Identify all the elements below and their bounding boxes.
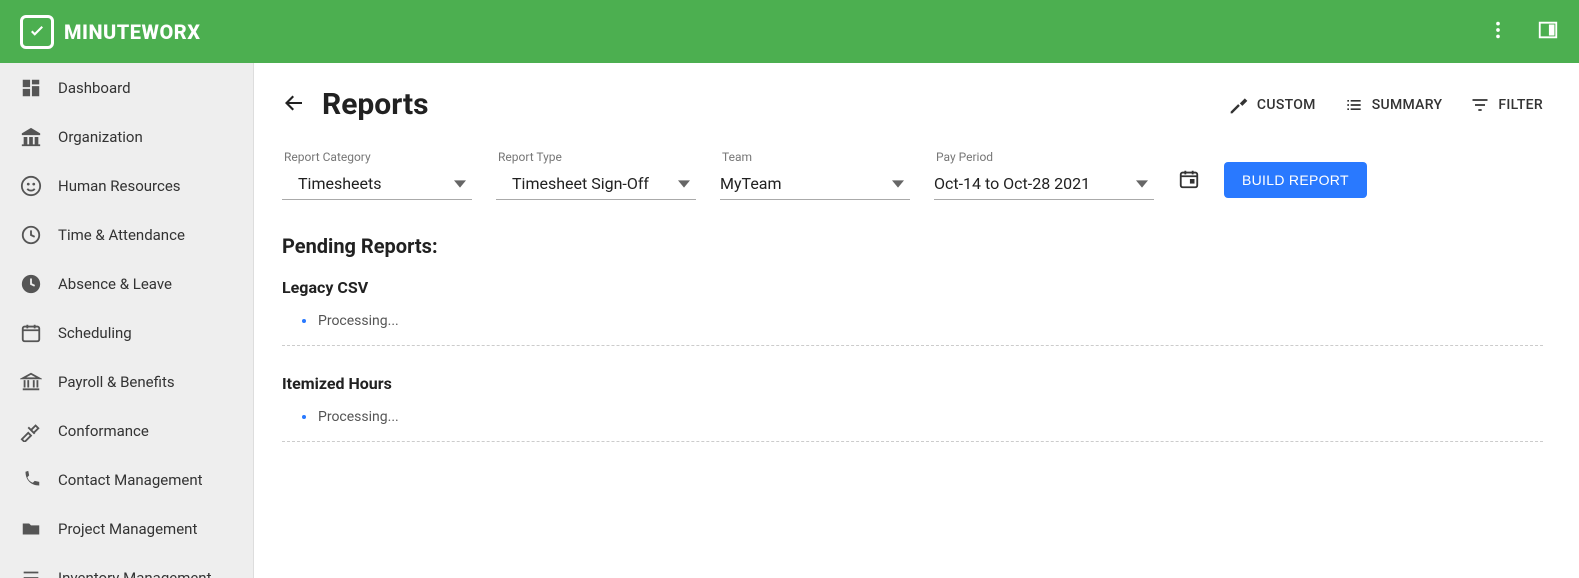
sidebar-item-label: Conformance bbox=[58, 422, 149, 440]
filter-label: FILTER bbox=[1498, 97, 1543, 113]
pending-report: Itemized Hours Processing... bbox=[282, 374, 1543, 442]
sidebar-item-label: Absence & Leave bbox=[58, 275, 172, 293]
period-select[interactable]: Oct-14 to Oct-28 2021 bbox=[934, 170, 1154, 200]
sidebar-item-label: Inventory Management bbox=[58, 569, 212, 578]
status-dot-icon bbox=[302, 415, 306, 419]
sidebar-item-dashboard[interactable]: Dashboard bbox=[0, 63, 253, 112]
face-icon bbox=[20, 175, 42, 197]
type-label: Report Type bbox=[496, 150, 696, 164]
clock-solid-icon bbox=[20, 273, 42, 295]
brand-logo[interactable]: MINUTEWORX bbox=[20, 15, 200, 49]
report-status-row: Processing... bbox=[282, 313, 1543, 346]
chevron-down-icon bbox=[892, 178, 904, 190]
sidebar-item-hr[interactable]: Human Resources bbox=[0, 161, 253, 210]
sidebar-item-label: Project Management bbox=[58, 520, 197, 538]
report-name: Itemized Hours bbox=[282, 374, 1543, 393]
calendar-icon bbox=[20, 322, 42, 344]
arrow-back-icon bbox=[282, 91, 306, 115]
chevron-down-icon bbox=[678, 178, 690, 190]
category-label: Report Category bbox=[282, 150, 472, 164]
sidebar-item-payroll[interactable]: Payroll & Benefits bbox=[0, 357, 253, 406]
report-status: Processing... bbox=[318, 409, 399, 425]
sidebar-item-label: Time & Attendance bbox=[58, 226, 185, 244]
brand-icon bbox=[20, 15, 54, 49]
bank-icon bbox=[20, 371, 42, 393]
category-value: Timesheets bbox=[298, 174, 381, 193]
sidebar-item-contact[interactable]: Contact Management bbox=[0, 455, 253, 504]
custom-label: CUSTOM bbox=[1257, 97, 1316, 113]
sidebar-item-time[interactable]: Time & Attendance bbox=[0, 210, 253, 259]
more-vert-icon[interactable] bbox=[1487, 19, 1509, 45]
report-name: Legacy CSV bbox=[282, 278, 1543, 297]
list-icon bbox=[1344, 95, 1364, 115]
pending-section-title: Pending Reports: bbox=[282, 234, 1543, 258]
summary-button[interactable]: SUMMARY bbox=[1344, 95, 1443, 115]
chevron-down-icon bbox=[454, 178, 466, 190]
panel-icon[interactable] bbox=[1537, 19, 1559, 45]
period-value: Oct-14 to Oct-28 2021 bbox=[934, 174, 1090, 193]
team-value: MyTeam bbox=[720, 174, 782, 193]
clock-icon bbox=[20, 224, 42, 246]
sidebar-item-scheduling[interactable]: Scheduling bbox=[0, 308, 253, 357]
brand-text: MINUTEWORX bbox=[64, 20, 200, 44]
sidebar-item-label: Human Resources bbox=[58, 177, 181, 195]
gavel-icon bbox=[20, 420, 42, 442]
sidebar-item-project[interactable]: Project Management bbox=[0, 504, 253, 553]
calendar-icon bbox=[1178, 168, 1200, 190]
type-select[interactable]: Timesheet Sign-Off bbox=[496, 170, 696, 200]
filter-button[interactable]: FILTER bbox=[1470, 95, 1543, 115]
build-report-button[interactable]: BUILD REPORT bbox=[1224, 162, 1367, 198]
status-dot-icon bbox=[302, 319, 306, 323]
main-content: Reports CUSTOM SUMMARY FILTER bbox=[254, 63, 1579, 578]
team-select[interactable]: MyTeam bbox=[720, 170, 910, 200]
phone-icon bbox=[20, 469, 42, 491]
sidebar: Dashboard Organization Human Resources T… bbox=[0, 63, 254, 578]
pending-report: Legacy CSV Processing... bbox=[282, 278, 1543, 346]
sidebar-item-organization[interactable]: Organization bbox=[0, 112, 253, 161]
calendar-button[interactable] bbox=[1178, 168, 1200, 200]
sidebar-item-label: Payroll & Benefits bbox=[58, 373, 175, 391]
sidebar-item-absence[interactable]: Absence & Leave bbox=[0, 259, 253, 308]
top-bar: MINUTEWORX bbox=[0, 0, 1579, 63]
organization-icon bbox=[20, 126, 42, 148]
wrench-icon bbox=[1229, 95, 1249, 115]
back-button[interactable] bbox=[282, 91, 306, 119]
sidebar-item-conformance[interactable]: Conformance bbox=[0, 406, 253, 455]
sidebar-item-label: Dashboard bbox=[58, 79, 131, 97]
sidebar-item-label: Scheduling bbox=[58, 324, 132, 342]
chevron-down-icon bbox=[1136, 178, 1148, 190]
filter-icon bbox=[1470, 95, 1490, 115]
period-label: Pay Period bbox=[934, 150, 1154, 164]
sidebar-item-label: Contact Management bbox=[58, 471, 203, 489]
sidebar-item-label: Organization bbox=[58, 128, 143, 146]
type-value: Timesheet Sign-Off bbox=[512, 174, 649, 193]
summary-label: SUMMARY bbox=[1372, 97, 1443, 113]
custom-button[interactable]: CUSTOM bbox=[1229, 95, 1316, 115]
report-status-row: Processing... bbox=[282, 409, 1543, 442]
dashboard-icon bbox=[20, 77, 42, 99]
category-select[interactable]: Timesheets bbox=[282, 170, 472, 200]
sidebar-item-inventory[interactable]: Inventory Management bbox=[0, 553, 253, 578]
report-status: Processing... bbox=[318, 313, 399, 329]
list-icon bbox=[20, 567, 42, 578]
team-label: Team bbox=[720, 150, 910, 164]
folder-icon bbox=[20, 518, 42, 540]
page-title: Reports bbox=[322, 87, 429, 122]
